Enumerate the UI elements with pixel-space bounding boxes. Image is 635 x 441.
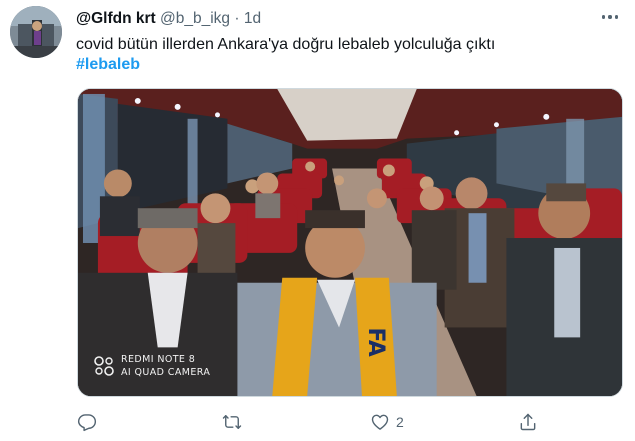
display-name[interactable]: @Glfdn krt xyxy=(76,10,156,27)
tweet-text: covid bütün illerden Ankara'ya doğru leb… xyxy=(76,36,496,53)
like-button[interactable]: 2 xyxy=(370,410,404,434)
reply-icon xyxy=(77,414,97,432)
timestamp[interactable]: 1d xyxy=(244,10,261,27)
retweet-icon xyxy=(222,415,242,429)
user-handle[interactable]: @b_b_ikg xyxy=(160,10,230,27)
retweet-button[interactable] xyxy=(222,410,242,434)
tweet-card[interactable]: @Glfdn krt @b_b_ikg · 1d covid bütün ill… xyxy=(0,0,635,441)
camera-watermark: REDMI NOTE 8 AI QUAD CAMERA xyxy=(93,353,210,379)
reply-button[interactable] xyxy=(77,410,97,434)
watermark-line-2: AI QUAD CAMERA xyxy=(121,367,211,378)
heart-icon xyxy=(371,414,389,430)
bus-interior-photo: FA xyxy=(78,89,622,396)
share-icon xyxy=(520,413,536,431)
like-count: 2 xyxy=(396,414,404,430)
avatar-image xyxy=(10,6,62,58)
scarf-text: FA xyxy=(363,327,388,356)
share-button[interactable] xyxy=(518,410,538,434)
more-options-icon[interactable] xyxy=(599,9,621,25)
tweet-actions: 2 xyxy=(0,410,635,434)
hashtag-link[interactable]: #lebaleb xyxy=(76,54,140,76)
watermark-line-1: REDMI NOTE 8 xyxy=(121,354,196,365)
tweet-photo[interactable]: FA REDMI NOTE 8 AI QUAD CAMERA xyxy=(77,88,623,397)
avatar[interactable] xyxy=(10,6,62,58)
camera-lens-icon xyxy=(94,356,114,376)
separator-dot: · xyxy=(234,10,240,27)
tweet-header: @Glfdn krt @b_b_ikg · 1d xyxy=(76,9,261,29)
